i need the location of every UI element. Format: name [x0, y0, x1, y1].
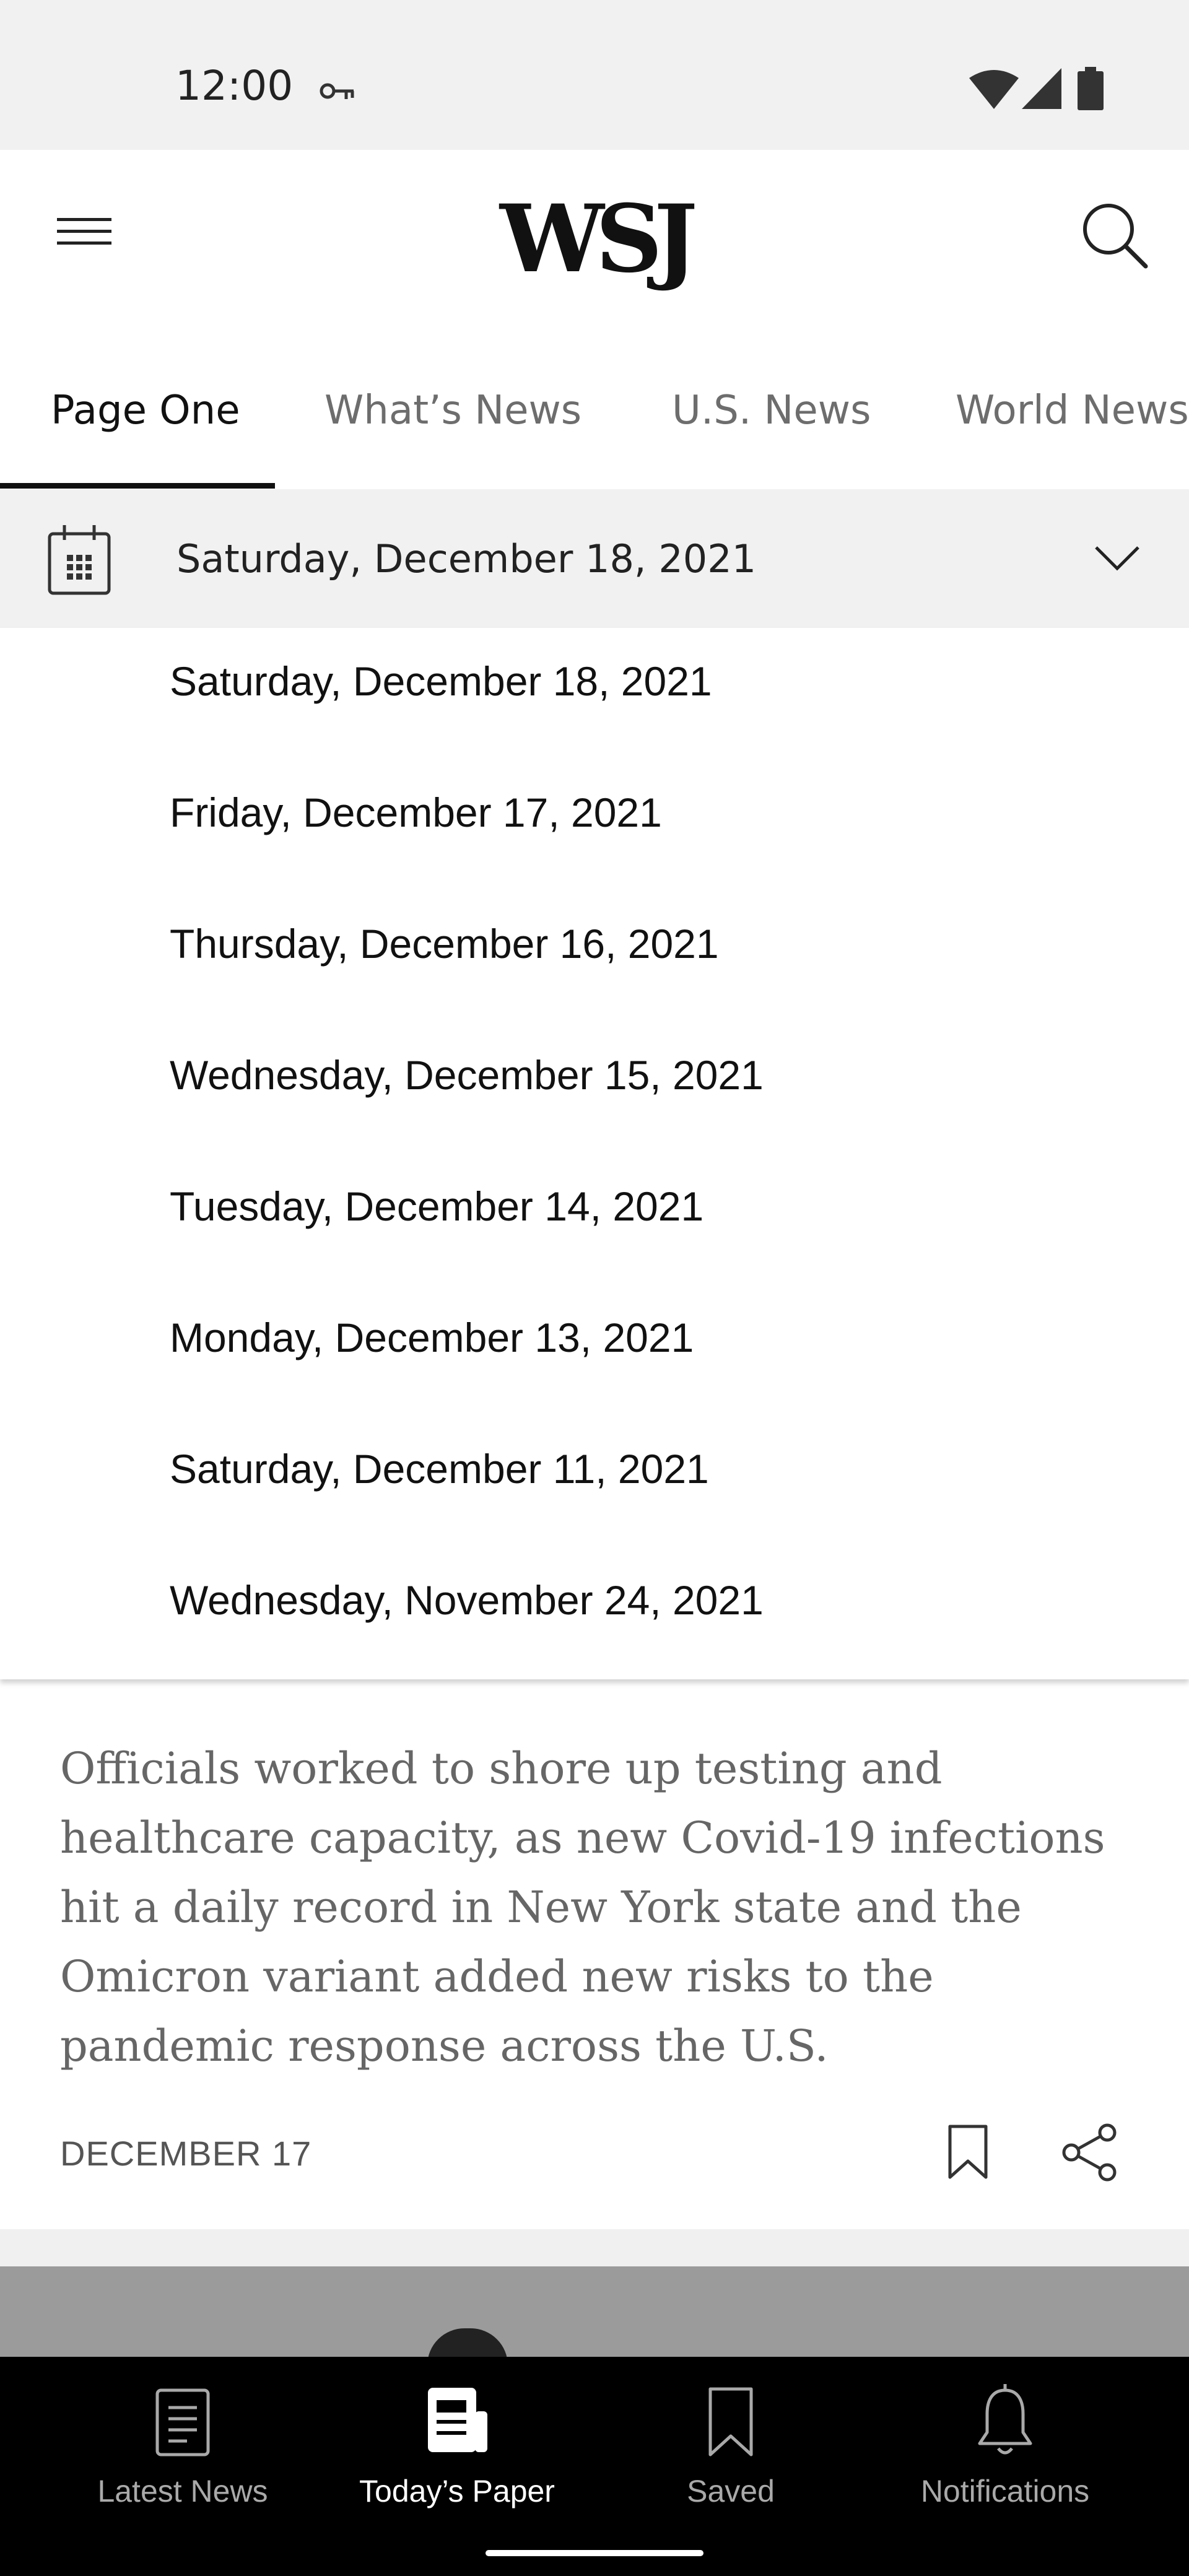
wifi-icon — [969, 70, 1019, 109]
article-summary[interactable]: Officials worked to shore up testing and… — [60, 1734, 1150, 2081]
bell-icon — [978, 2384, 1032, 2455]
menu-icon[interactable] — [54, 213, 114, 250]
vpn-key-icon — [320, 83, 354, 99]
status-bar: 12:00 — [0, 0, 1189, 150]
latest-news-icon — [155, 2388, 210, 2456]
date-option[interactable]: Wednesday, December 15, 2021 — [170, 1051, 764, 1099]
date-option[interactable]: Wednesday, November 24, 2021 — [170, 1577, 764, 1624]
bookmark-icon[interactable] — [946, 2124, 990, 2181]
bottom-navigation: Latest News Today’s Paper Saved Notifica… — [0, 2357, 1189, 2576]
date-dropdown: Saturday, December 18, 2021 Friday, Dece… — [0, 628, 1189, 1679]
nav-label: Latest News — [97, 2474, 268, 2509]
nav-notifications[interactable]: Notifications — [869, 2382, 1141, 2509]
tab-page-one[interactable]: Page One — [51, 388, 240, 433]
date-option[interactable]: Tuesday, December 14, 2021 — [170, 1183, 703, 1230]
status-time: 12:00 — [175, 62, 294, 110]
share-icon[interactable] — [1059, 2121, 1121, 2183]
battery-icon — [1078, 67, 1104, 110]
nav-todays-paper[interactable]: Today’s Paper — [321, 2382, 593, 2509]
search-icon[interactable] — [1080, 201, 1149, 270]
app-header: WSJ — [0, 150, 1189, 336]
tab-us-news[interactable]: U.S. News — [672, 388, 871, 433]
article-date: DECEMBER 17 — [60, 2134, 312, 2173]
nav-label: Notifications — [920, 2474, 1090, 2509]
tab-world-news[interactable]: World News — [956, 388, 1189, 433]
date-option[interactable]: Friday, December 17, 2021 — [170, 789, 662, 836]
date-option[interactable]: Saturday, December 18, 2021 — [170, 658, 712, 705]
article-card[interactable]: Officials worked to shore up testing and… — [0, 1585, 1189, 2229]
active-tab-indicator — [0, 483, 275, 489]
nav-saved[interactable]: Saved — [594, 2382, 867, 2509]
card-divider — [0, 2229, 1189, 2266]
nav-label: Saved — [687, 2474, 775, 2509]
nav-latest-news[interactable]: Latest News — [46, 2382, 319, 2509]
date-option[interactable]: Monday, December 13, 2021 — [170, 1314, 694, 1361]
date-selector[interactable]: Saturday, December 18, 2021 — [0, 489, 1189, 628]
calendar-icon — [48, 525, 111, 595]
home-indicator[interactable] — [486, 2550, 703, 2556]
selected-date[interactable]: Saturday, December 18, 2021 — [176, 536, 756, 581]
section-tabs: Page One What’s News U.S. News World New… — [0, 372, 1189, 489]
nav-label: Today’s Paper — [359, 2474, 555, 2509]
date-option[interactable]: Thursday, December 16, 2021 — [170, 920, 719, 967]
date-option[interactable]: Saturday, December 11, 2021 — [170, 1445, 709, 1492]
wsj-logo[interactable]: WSJ — [489, 185, 700, 294]
signal-icon — [1022, 68, 1061, 109]
todays-paper-icon — [428, 2388, 487, 2452]
bookmark-icon — [708, 2387, 753, 2456]
chevron-down-icon[interactable] — [1092, 542, 1142, 573]
tab-whats-news[interactable]: What’s News — [324, 388, 581, 433]
